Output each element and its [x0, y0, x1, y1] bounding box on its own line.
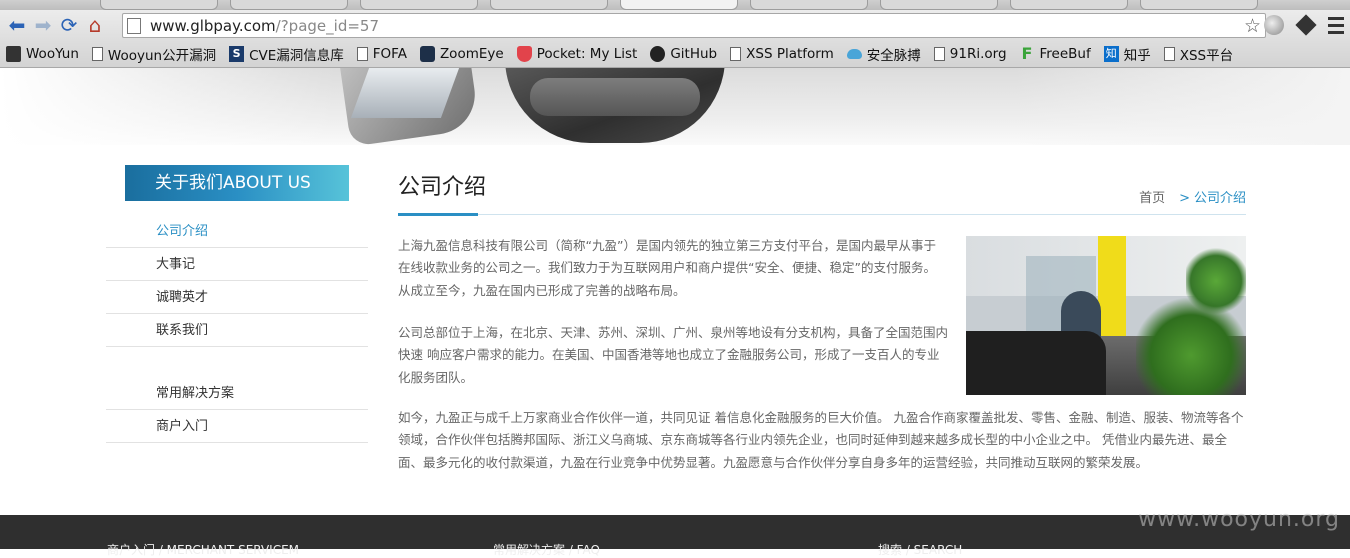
bookmark-label: 安全脉搏 [866, 47, 921, 64]
pocket-icon [516, 45, 532, 62]
office-photo [966, 236, 1246, 395]
freebuf-icon: F [1021, 43, 1033, 63]
footer-search-link[interactable]: 搜索 / SEARCH [878, 541, 962, 558]
reload-icon[interactable]: ⟳ [56, 12, 82, 38]
header-banner-image [0, 68, 1350, 145]
bookmark-wooyun[interactable]: WooYun [6, 45, 79, 62]
bookmark-label: CVE漏洞信息库 [249, 47, 344, 64]
title-accent-bar [398, 213, 478, 216]
bookmark-wooyun-public[interactable]: Wooyun公开漏洞 [91, 44, 217, 64]
browser-tab[interactable] [750, 0, 868, 10]
sidebar-item-milestones[interactable]: 大事记 [106, 248, 368, 281]
bookmark-pocket[interactable]: Pocket: My List [516, 45, 638, 62]
bookmark-label: 91Ri.org [949, 45, 1007, 62]
forward-arrow-icon[interactable]: ➡ [30, 12, 56, 38]
browser-tab[interactable] [100, 0, 218, 10]
page-icon [91, 46, 103, 61]
bookmark-label: 知乎 [1123, 47, 1151, 64]
bookmark-anquan[interactable]: 安全脉搏 [846, 44, 921, 64]
page-title: 公司介绍 [398, 175, 487, 200]
sidebar-header: 关于我们ABOUT US [125, 165, 349, 201]
browser-tab[interactable] [1010, 0, 1128, 10]
back-arrow-icon[interactable]: ⬅ [4, 12, 30, 38]
footer-faq-link[interactable]: 常用解决方案 / FAQ [493, 541, 600, 558]
sidebar-item-merchant-start[interactable]: 商户入门 [106, 410, 368, 443]
watermark: www.wooyun.org [1138, 507, 1340, 532]
bookmark-github[interactable]: GitHub [650, 45, 718, 62]
bookmark-label: ZoomEye [439, 45, 504, 62]
sidebar-item-careers[interactable]: 诚聘英才 [106, 281, 368, 314]
offices-paragraph: 公司总部位于上海，在北京、天津、苏州、深圳、广州、泉州等地设有分支机构，具备了全… [398, 325, 949, 385]
bookmark-fofa[interactable]: FOFA [356, 45, 407, 62]
bookmark-label: FOFA [372, 45, 407, 62]
tab-strip [0, 0, 1350, 10]
bookmark-label: GitHub [670, 45, 718, 62]
breadcrumb-current[interactable]: 公司介绍 [1194, 191, 1246, 206]
title-divider [398, 214, 1246, 215]
browser-tab[interactable] [880, 0, 998, 10]
bookmark-xss-pingtai[interactable]: XSS平台 [1163, 44, 1234, 64]
breadcrumb-separator: > [1179, 191, 1190, 206]
bookmark-label: Wooyun公开漏洞 [107, 47, 217, 64]
intro-paragraph: 上海九盈信息科技有限公司（简称“九盈”）是国内领先的独立第三方支付平台，是国内最… [398, 238, 936, 298]
bookmark-label: XSS平台 [1179, 47, 1234, 64]
partners-paragraph: 如今，九盈正与成千上万家商业合作伙伴一道，共同见证 着信息化金融服务的巨大价值。… [398, 410, 1244, 470]
bookmark-freebuf[interactable]: F FreeBuf [1020, 43, 1091, 63]
sidebar-item-solutions[interactable]: 常用解决方案 [106, 377, 368, 410]
extension-icon[interactable] [1295, 14, 1317, 36]
browser-tab[interactable] [1140, 0, 1258, 10]
page-content: 关于我们ABOUT US 公司介绍 大事记 诚聘英才 联系我们 常用解决方案 商… [0, 145, 1350, 514]
browser-toolbar: ⬅ ➡ ⟳ ⌂ www.glbpay.com/?page_id=57 ☆ [0, 10, 1350, 40]
bookmarks-bar: WooYun Wooyun公开漏洞 S CVE漏洞信息库 FOFA ZoomEye… [0, 40, 1350, 68]
page-icon [933, 46, 945, 61]
bookmark-label: Pocket: My List [536, 45, 638, 62]
zoomeye-icon [419, 45, 435, 62]
cve-icon: S [229, 45, 245, 62]
breadcrumb-home[interactable]: 首页 [1139, 191, 1165, 206]
browser-tab[interactable] [230, 0, 348, 10]
github-icon [650, 45, 666, 62]
bookmark-cve[interactable]: S CVE漏洞信息库 [229, 44, 344, 64]
url-path: /?page_id=57 [275, 16, 379, 35]
bookmark-zhihu[interactable]: 知知乎 [1103, 44, 1151, 64]
footer-merchant-link[interactable]: 商户入门 / MERCHANT SERVICEM [107, 541, 299, 558]
browser-tab[interactable] [360, 0, 478, 10]
bookmark-label: XSS Platform [746, 45, 834, 62]
page-icon [356, 46, 368, 61]
address-bar[interactable]: www.glbpay.com/?page_id=57 ☆ [122, 13, 1266, 38]
sidebar-menu: 公司介绍 大事记 诚聘英才 联系我们 常用解决方案 商户入门 [106, 215, 368, 443]
bookmark-label: WooYun [26, 45, 79, 62]
browser-tab[interactable] [490, 0, 608, 10]
home-icon[interactable]: ⌂ [82, 12, 108, 38]
wooyun-icon [6, 45, 21, 62]
bookmark-star-icon[interactable]: ☆ [1244, 14, 1261, 38]
zhihu-icon: 知 [1103, 45, 1119, 62]
bookmark-xss-platform[interactable]: XSS Platform [730, 46, 834, 62]
bookmark-label: FreeBuf [1039, 45, 1091, 62]
page-icon [730, 46, 742, 61]
sidebar-item-contact[interactable]: 联系我们 [106, 314, 368, 347]
sidebar-item-company-intro[interactable]: 公司介绍 [106, 215, 368, 248]
globe-icon[interactable] [1264, 15, 1284, 35]
page-icon [127, 17, 141, 34]
page-icon [1163, 46, 1175, 61]
url-host: www.glbpay.com [150, 16, 276, 35]
cloud-icon [846, 48, 862, 59]
browser-tab-active[interactable] [620, 0, 738, 10]
bookmark-zoomeye[interactable]: ZoomEye [419, 45, 504, 62]
breadcrumb: 首页 > 公司介绍 [1139, 187, 1246, 206]
menu-icon[interactable] [1328, 17, 1344, 37]
bookmark-91ri[interactable]: 91Ri.org [933, 45, 1007, 62]
